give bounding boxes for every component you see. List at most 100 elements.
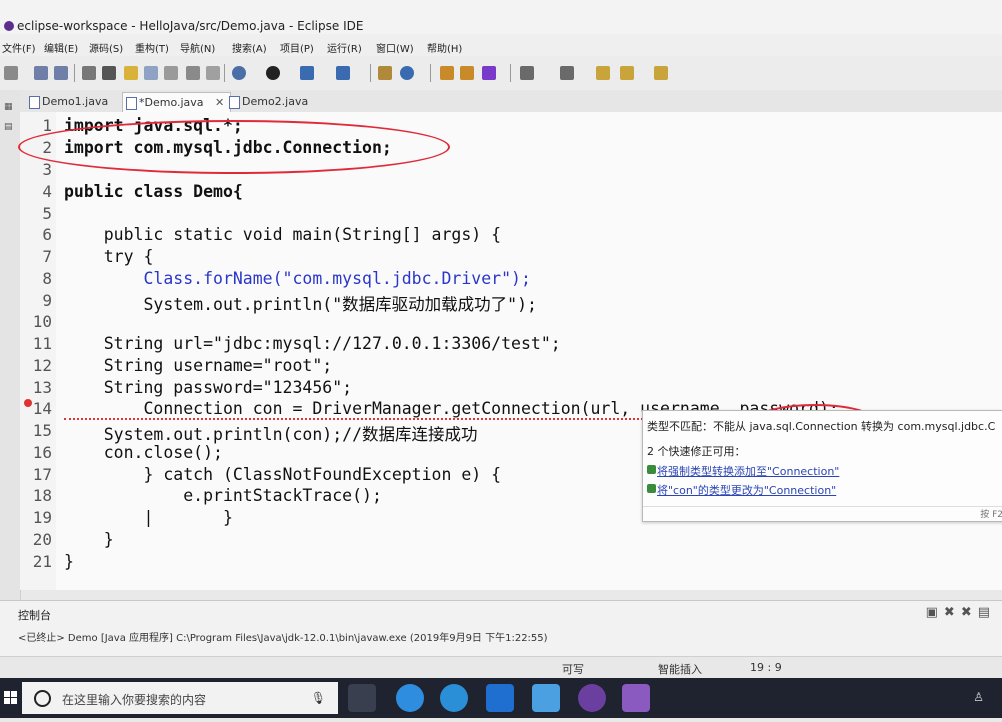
layout-icon[interactable] (186, 66, 200, 80)
eclipse-logo-icon (4, 21, 14, 31)
new-class-icon[interactable] (336, 66, 350, 80)
code-line: String username="root"; (64, 356, 333, 375)
line-number: 14 (32, 399, 52, 418)
menu-source[interactable]: 源码(S) (89, 40, 123, 55)
forward-icon[interactable] (654, 66, 668, 80)
edge-icon[interactable] (486, 684, 514, 712)
writable-status: 可写 (562, 663, 584, 676)
browser-icon[interactable] (440, 684, 468, 712)
cast-fix-icon (647, 465, 656, 474)
menu-refactor[interactable]: 重构(T) (135, 40, 169, 55)
open-folder-icon[interactable] (440, 66, 454, 80)
line-number: 13 (32, 378, 52, 397)
open-type-icon[interactable] (460, 66, 474, 80)
forward-edit-icon[interactable] (620, 66, 634, 80)
console-tab-title[interactable]: 控制台 (18, 607, 51, 623)
save-all-icon[interactable] (54, 66, 68, 80)
windows-logo-icon (4, 691, 17, 704)
gear-icon[interactable] (232, 66, 246, 80)
skip-breakpoints-icon[interactable] (82, 66, 96, 80)
java-file-icon (29, 96, 40, 109)
line-number: 16 (32, 443, 52, 462)
menu-run[interactable]: 运行(R) (327, 40, 362, 55)
tab-demo1[interactable]: Demo1.java (26, 92, 114, 111)
editor-tab-bar: Demo1.java *Demo.java ✕ Demo2.java (20, 90, 1002, 113)
console-toolbar[interactable]: ▣✖✖▤ (926, 605, 996, 620)
refresh-icon[interactable] (400, 66, 414, 80)
run-icon[interactable] (266, 66, 280, 80)
save-icon[interactable] (34, 66, 48, 80)
app-grid-icon[interactable] (622, 684, 650, 712)
outline-icon[interactable]: ▤ (4, 122, 14, 132)
error-message: 类型不匹配：不能从 java.sql.Connection 转换为 com.my… (647, 420, 996, 433)
app-icon[interactable] (532, 684, 560, 712)
line-number: 21 (32, 552, 52, 571)
code-line: } (64, 530, 114, 549)
menu-navigate[interactable]: 导航(N) (180, 40, 215, 55)
microphone-icon[interactable]: 🎙 (311, 691, 326, 705)
windows-taskbar: 在这里输入你要搜索的内容 🎙 ♙ (0, 678, 1002, 718)
line-number: 7 (42, 247, 52, 266)
popup-footer: 按 F2 (643, 506, 1002, 521)
code-line: try { (64, 247, 154, 266)
line-number: 15 (32, 421, 52, 440)
code-line: } catch (ClassNotFoundException e) { (64, 465, 502, 484)
main-toolbar (0, 56, 1002, 91)
console-output: <已终止> Demo [Java 应用程序] C:\Program Files\… (18, 633, 548, 644)
windows-start-button[interactable] (0, 678, 22, 718)
quick-fix-popup: 类型不匹配：不能从 java.sql.Connection 转换为 com.my… (642, 410, 1002, 522)
line-number: 3 (42, 160, 52, 179)
java-file-icon (229, 96, 240, 109)
eclipse-taskbar-icon[interactable] (578, 684, 606, 712)
line-number: 12 (32, 356, 52, 375)
close-tab-icon[interactable]: ✕ (215, 96, 224, 109)
taskbar-search-box[interactable]: 在这里输入你要搜索的内容 🎙 (22, 682, 338, 714)
quick-fix-link[interactable]: 将强制类型转换添加至"Connection" (657, 463, 839, 479)
quick-fix-count: 2 个快速修正可用： (647, 445, 746, 458)
line-number: 1 (42, 116, 52, 135)
cortana-icon (34, 690, 51, 707)
app-s-icon[interactable] (396, 684, 424, 712)
code-line-current: | } (64, 508, 233, 527)
task-view-icon[interactable] (348, 684, 376, 712)
quick-fix-link[interactable]: 将"con"的类型更改为"Connection" (657, 482, 836, 498)
menu-help[interactable]: 帮助(H) (427, 40, 462, 55)
package-icon[interactable] (378, 66, 392, 80)
menu-file[interactable]: 文件(F) (2, 40, 36, 55)
back-icon[interactable] (596, 66, 610, 80)
package-explorer-icon[interactable]: ▦ (4, 102, 14, 112)
line-number: 4 (42, 182, 52, 201)
window-icon[interactable] (164, 66, 178, 80)
menu-window[interactable]: 窗口(W) (376, 40, 414, 55)
code-line: System.out.println("数据库驱动加载成功了"); (64, 295, 537, 314)
menu-project[interactable]: 项目(P) (280, 40, 314, 55)
menu-search[interactable]: 搜索(A) (232, 40, 267, 55)
window-title: eclipse-workspace - HelloJava/src/Demo.j… (17, 19, 364, 33)
menu-bar: 文件(F) 编辑(E) 源码(S) 重构(T) 导航(N) 搜索(A) 项目(P… (0, 34, 1002, 56)
brush-icon[interactable] (482, 66, 496, 80)
line-number: 9 (42, 291, 52, 310)
tab-demo2[interactable]: Demo2.java (226, 92, 314, 111)
tab-demo[interactable]: *Demo.java ✕ (122, 92, 232, 112)
line-number: 17 (32, 465, 52, 484)
code-line: con.close(); (64, 443, 223, 462)
menu-edit[interactable]: 编辑(E) (44, 40, 78, 55)
cursor-position: 19 : 9 (750, 661, 782, 674)
line-number: 10 (32, 312, 52, 331)
line-number: 19 (32, 508, 52, 527)
left-trim-stack: ▦ ▤ (0, 90, 21, 600)
code-line: String password="123456"; (64, 378, 353, 397)
search-tool-icon[interactable] (300, 66, 314, 80)
line-number: 18 (32, 486, 52, 505)
prev-annotation-icon[interactable] (560, 66, 574, 80)
people-icon[interactable]: ♙ (973, 690, 984, 704)
debug-tool-icon[interactable] (102, 66, 116, 80)
code-line: e.printStackTrace(); (64, 486, 382, 505)
new-icon[interactable] (4, 66, 18, 80)
edit-icon[interactable] (124, 66, 138, 80)
annotation-oval-import (18, 120, 450, 174)
line-number: 11 (32, 334, 52, 353)
tool-icon[interactable] (144, 66, 158, 80)
paragraph-icon[interactable] (206, 66, 220, 80)
next-annotation-icon[interactable] (520, 66, 534, 80)
